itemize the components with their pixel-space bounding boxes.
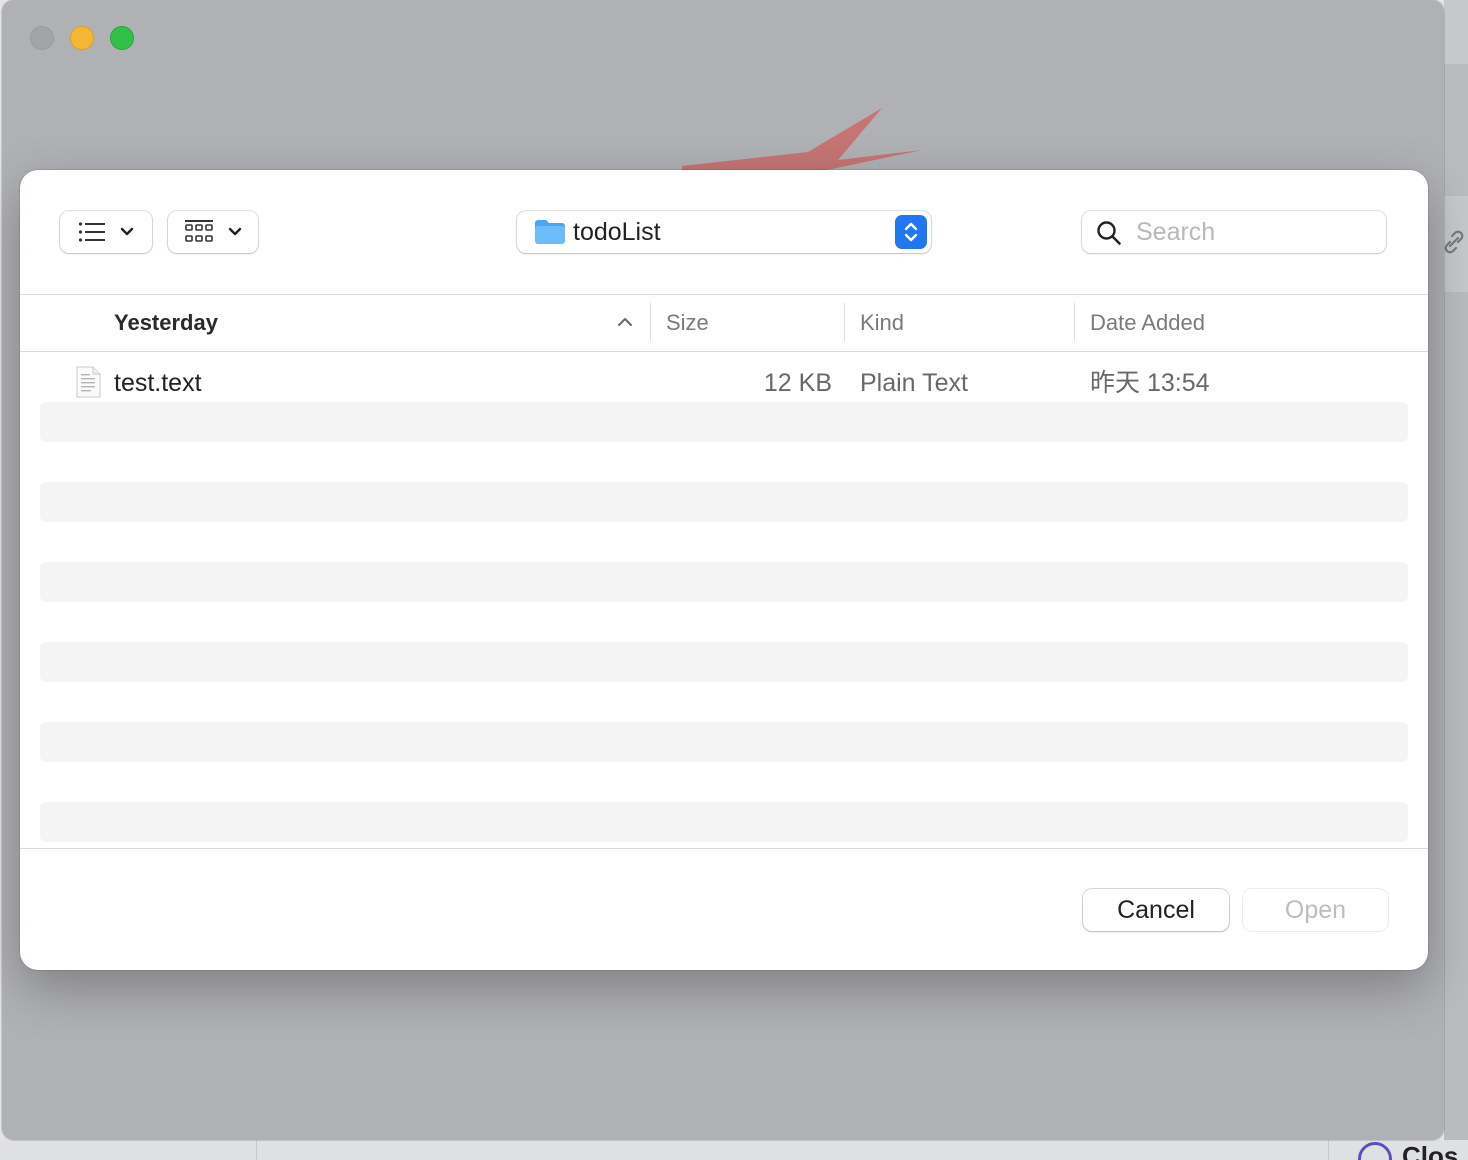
grid-view-icon (185, 220, 213, 242)
file-name: test.text (114, 369, 202, 397)
toolbar-divider (20, 294, 1428, 295)
chevron-down-icon (120, 227, 134, 236)
open-button[interactable]: Open (1243, 889, 1388, 931)
sort-ascending-icon[interactable] (616, 316, 634, 328)
search-icon (1097, 221, 1121, 245)
maximize-window-button[interactable] (110, 26, 134, 50)
link-icon (1444, 230, 1464, 254)
empty-row (40, 562, 1408, 602)
up-down-chevron-icon (904, 222, 918, 242)
background-close-label: Clos (1402, 1141, 1459, 1160)
open-file-dialog: todoList Yesterday Size Kind Date Added (20, 170, 1428, 970)
file-kind: Plain Text (860, 369, 968, 397)
location-popup[interactable]: todoList (517, 211, 931, 253)
app-logo-shape (682, 108, 922, 174)
search-field[interactable] (1082, 211, 1386, 253)
list-view-icon (78, 222, 105, 242)
popup-stepper[interactable] (895, 215, 927, 249)
column-divider[interactable] (1074, 303, 1075, 341)
column-header-size[interactable]: Size (666, 295, 709, 351)
close-window-button[interactable] (30, 26, 54, 50)
background-strip (1444, 0, 1468, 64)
column-divider[interactable] (650, 303, 651, 341)
column-divider[interactable] (844, 303, 845, 341)
column-header-name[interactable]: Yesterday (114, 295, 218, 351)
background-close-button[interactable]: Clos (1358, 1140, 1458, 1160)
location-label: todoList (573, 218, 661, 246)
minimize-window-button[interactable] (70, 26, 94, 50)
file-list[interactable]: test.text 12 KB Plain Text 昨天 13:54 (20, 352, 1428, 848)
cancel-button[interactable]: Cancel (1083, 889, 1229, 931)
text-document-icon (76, 366, 101, 398)
chevron-down-icon (228, 227, 242, 236)
empty-row (40, 722, 1408, 762)
background-bottom-bar (0, 1140, 1468, 1160)
empty-row (40, 802, 1408, 842)
list-view-button[interactable] (60, 211, 152, 253)
file-row[interactable]: test.text 12 KB Plain Text 昨天 13:54 (40, 352, 1408, 398)
grid-view-button[interactable] (168, 211, 258, 253)
file-date-added: 昨天 13:54 (1090, 369, 1210, 397)
background-divider (1328, 1140, 1329, 1160)
window-controls (30, 26, 134, 50)
search-input[interactable] (1136, 211, 1376, 253)
background-app-sidebar (1444, 0, 1468, 1160)
background-divider (256, 1140, 257, 1160)
footer-divider (20, 848, 1428, 849)
empty-row (40, 482, 1408, 522)
folder-icon (535, 220, 565, 244)
dialog-toolbar: todoList (20, 170, 1428, 294)
file-size: 12 KB (763, 369, 832, 397)
empty-row (40, 642, 1408, 682)
empty-row (40, 402, 1408, 442)
column-header-kind[interactable]: Kind (860, 295, 904, 351)
checkmark-circle-icon (1358, 1142, 1392, 1160)
column-header-date-added[interactable]: Date Added (1090, 295, 1205, 351)
